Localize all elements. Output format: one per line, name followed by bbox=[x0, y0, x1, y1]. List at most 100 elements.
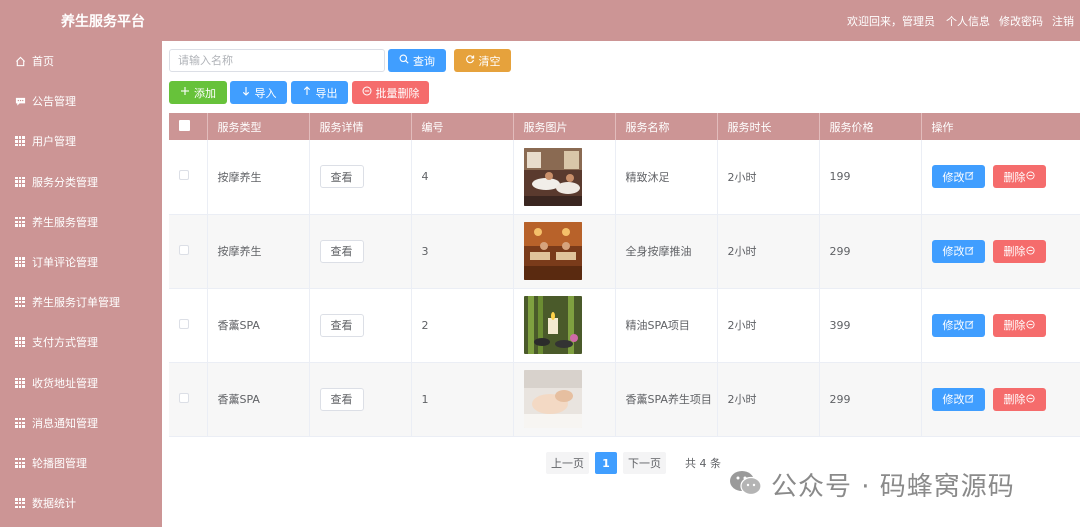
wechat-icon bbox=[729, 469, 763, 500]
sidebar-item-service-categories[interactable]: 服务分类管理 bbox=[0, 162, 162, 202]
table-row: 香薰SPA 查看 1 香薰SPA养生项目 2小时 299 修改 删除 bbox=[169, 362, 1080, 437]
service-image bbox=[523, 222, 582, 280]
duration-cell: 2小时 bbox=[717, 288, 820, 363]
row-checkbox[interactable] bbox=[179, 318, 189, 329]
edit-icon bbox=[964, 245, 974, 258]
add-button[interactable]: 添加 bbox=[169, 81, 227, 104]
column-header: 服务价格 bbox=[819, 113, 922, 140]
delete-button[interactable]: 删除 bbox=[992, 313, 1046, 337]
service-type-cell: 按摩养生 bbox=[207, 140, 310, 215]
row-checkbox[interactable] bbox=[179, 244, 189, 255]
service-type-cell: 香薰SPA bbox=[207, 288, 310, 363]
grid-icon bbox=[14, 457, 26, 469]
search-input[interactable] bbox=[169, 49, 385, 72]
sidebar-item-services[interactable]: 养生服务管理 bbox=[0, 202, 162, 242]
sidebar-item-home[interactable]: 首页 bbox=[0, 41, 162, 81]
column-header: 操作 bbox=[921, 113, 1080, 140]
chat-icon bbox=[14, 95, 26, 107]
sidebar-item-label: 首页 bbox=[32, 55, 54, 69]
delete-button[interactable]: 删除 bbox=[992, 165, 1046, 189]
select-all-cell bbox=[169, 113, 208, 140]
change-password-link[interactable]: 修改密码 bbox=[999, 13, 1043, 29]
view-detail-button[interactable]: 查看 bbox=[319, 313, 364, 337]
service-image bbox=[523, 147, 582, 206]
id-cell: 4 bbox=[411, 140, 514, 215]
sidebar-item-label: 养生服务管理 bbox=[32, 215, 98, 229]
sidebar-item-label: 服务分类管理 bbox=[32, 175, 98, 189]
sidebar-item-payment-methods[interactable]: 支付方式管理 bbox=[0, 322, 162, 362]
service-name-cell: 精致沐足 bbox=[615, 140, 718, 215]
column-header: 服务图片 bbox=[513, 113, 616, 140]
view-detail-button[interactable]: 查看 bbox=[319, 165, 364, 189]
search-icon bbox=[399, 54, 409, 67]
grid-icon bbox=[14, 135, 26, 147]
sidebar-item-carousel[interactable]: 轮播图管理 bbox=[0, 443, 162, 483]
total-count: 共 4 条 bbox=[680, 452, 726, 474]
sidebar-item-label: 养生服务订单管理 bbox=[32, 296, 120, 310]
edit-icon bbox=[964, 393, 974, 406]
arrow-up-icon bbox=[302, 86, 312, 99]
sidebar-item-statistics[interactable]: 数据统计 bbox=[0, 483, 162, 523]
price-cell: 299 bbox=[819, 362, 922, 437]
edit-button[interactable]: 修改 bbox=[931, 387, 985, 411]
sidebar-item-service-orders[interactable]: 养生服务订单管理 bbox=[0, 282, 162, 322]
clear-button[interactable]: 清空 bbox=[454, 49, 511, 72]
next-page-button[interactable]: 下一页 bbox=[623, 452, 666, 474]
prev-page-button[interactable]: 上一页 bbox=[546, 452, 589, 474]
welcome-text: 欢迎回来，管理员 bbox=[847, 15, 935, 28]
grid-icon bbox=[14, 417, 26, 429]
grid-icon bbox=[14, 296, 26, 308]
import-button[interactable]: 导入 bbox=[230, 81, 287, 104]
app-title: 养生服务平台 bbox=[61, 14, 145, 30]
delete-button[interactable]: 删除 bbox=[992, 387, 1046, 411]
row-checkbox[interactable] bbox=[179, 170, 189, 181]
table-row: 香薰SPA 查看 2 精油SPA项目 2小时 399 修改 删除 bbox=[169, 288, 1080, 363]
sidebar-item-label: 公告管理 bbox=[32, 95, 76, 109]
grid-icon bbox=[14, 256, 26, 268]
services-table: 服务类型 服务详情 编号 服务图片 服务名称 服务时长 服务价格 操作 按摩养生… bbox=[169, 113, 1080, 437]
price-cell: 399 bbox=[819, 288, 922, 363]
edit-icon bbox=[964, 319, 974, 332]
row-checkbox[interactable] bbox=[179, 392, 189, 403]
sidebar-item-label: 轮播图管理 bbox=[32, 456, 87, 470]
sidebar-item-users[interactable]: 用户管理 bbox=[0, 121, 162, 161]
id-cell: 1 bbox=[411, 362, 514, 437]
top-bar: 养生服务平台 欢迎回来，管理员 个人信息 修改密码 注销 bbox=[0, 0, 1080, 41]
column-header: 服务名称 bbox=[615, 113, 718, 140]
edit-button[interactable]: 修改 bbox=[931, 313, 985, 337]
export-button[interactable]: 导出 bbox=[291, 81, 348, 104]
service-type-cell: 香薰SPA bbox=[207, 362, 310, 437]
duration-cell: 2小时 bbox=[717, 140, 820, 215]
duration-cell: 2小时 bbox=[717, 362, 820, 437]
edit-button[interactable]: 修改 bbox=[931, 165, 985, 189]
select-all-checkbox[interactable] bbox=[179, 119, 190, 131]
remove-circle-icon bbox=[1025, 245, 1035, 258]
profile-link[interactable]: 个人信息 bbox=[946, 13, 990, 29]
column-header: 服务详情 bbox=[309, 113, 412, 140]
table-header-row: 服务类型 服务详情 编号 服务图片 服务名称 服务时长 服务价格 操作 bbox=[169, 113, 1080, 140]
watermark: 公众号 · 码蜂窝源码 bbox=[729, 466, 1015, 503]
edit-button[interactable]: 修改 bbox=[931, 239, 985, 263]
sidebar-item-order-comments[interactable]: 订单评论管理 bbox=[0, 242, 162, 282]
query-button[interactable]: 查询 bbox=[388, 49, 446, 72]
sidebar-item-announcements[interactable]: 公告管理 bbox=[0, 81, 162, 121]
table-row: 按摩养生 查看 3 全身按摩推油 2小时 299 修改 删除 bbox=[169, 214, 1080, 289]
sidebar-item-addresses[interactable]: 收货地址管理 bbox=[0, 363, 162, 403]
logout-link[interactable]: 注销 bbox=[1052, 13, 1074, 29]
sidebar: 首页 公告管理 用户管理 服务分类管理 养生服务管理 订单评论管理 养生服务订单… bbox=[0, 41, 162, 527]
home-icon bbox=[14, 55, 26, 67]
grid-icon bbox=[14, 216, 26, 228]
column-header: 服务时长 bbox=[717, 113, 820, 140]
edit-icon bbox=[964, 170, 974, 183]
id-cell: 2 bbox=[411, 288, 514, 363]
view-detail-button[interactable]: 查看 bbox=[319, 387, 364, 411]
batch-delete-button[interactable]: 批量删除 bbox=[352, 81, 429, 104]
top-bar-actions: 欢迎回来，管理员 个人信息 修改密码 注销 bbox=[847, 13, 1074, 29]
sidebar-item-label: 用户管理 bbox=[32, 135, 76, 149]
sidebar-item-notifications[interactable]: 消息通知管理 bbox=[0, 403, 162, 443]
delete-button[interactable]: 删除 bbox=[992, 239, 1046, 263]
page-number-button[interactable]: 1 bbox=[595, 452, 617, 474]
refresh-icon bbox=[465, 54, 475, 67]
view-detail-button[interactable]: 查看 bbox=[319, 239, 364, 263]
plus-icon bbox=[180, 86, 190, 99]
